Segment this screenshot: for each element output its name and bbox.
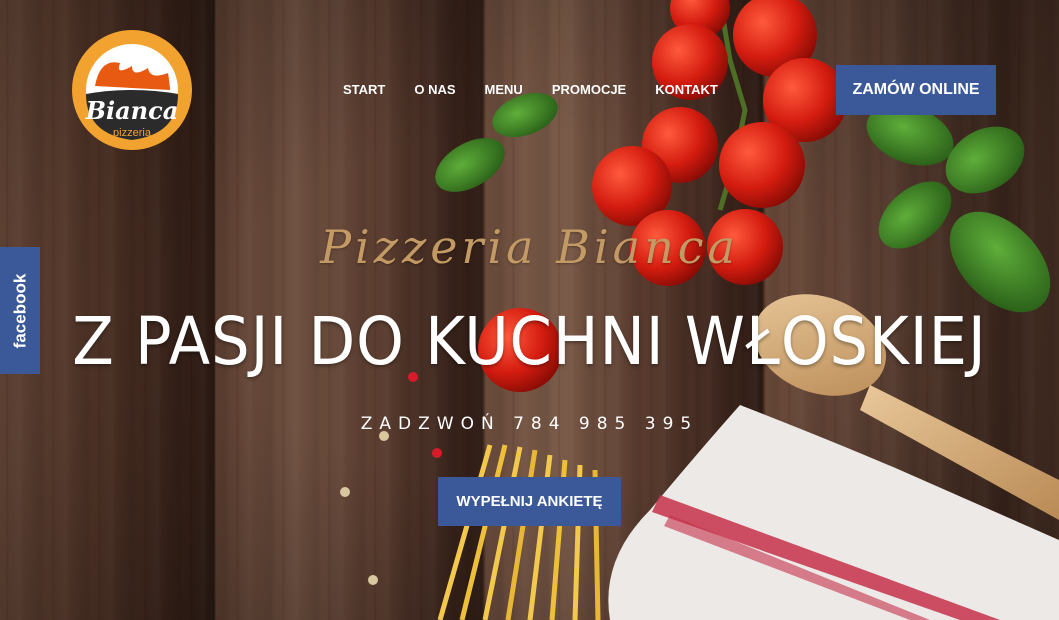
basil-leaf (435, 138, 505, 192)
order-online-button[interactable]: ZAMÓW ONLINE (836, 65, 996, 115)
nav-item-promocje[interactable]: PROMOCJE (552, 82, 626, 97)
nav-item-o-nas[interactable]: O NAS (414, 82, 455, 97)
survey-button[interactable]: WYPEŁNIJ ANKIETĘ (438, 477, 621, 526)
hero-headline: Z PASJI DO KUCHNI WŁOSKIEJ (72, 303, 987, 380)
spaghetti (437, 444, 601, 620)
facebook-tab[interactable]: facebook (0, 247, 40, 374)
hero-script-title: Pizzeria Bianca (320, 220, 739, 274)
phone-text[interactable]: ZADZWOŃ 784 985 395 (0, 414, 1059, 434)
facebook-tab-label: facebook (10, 273, 30, 348)
nav-item-menu[interactable]: MENU (485, 82, 523, 97)
main-nav: START O NAS MENU PROMOCJE KONTAKT (343, 82, 718, 97)
logo-name: Bianca (85, 96, 179, 125)
nav-item-start[interactable]: START (343, 82, 385, 97)
nav-item-kontakt[interactable]: KONTAKT (655, 82, 718, 97)
tomato (719, 122, 805, 208)
bianca-logo[interactable]: Bianca pizzeria (70, 28, 194, 152)
logo-subtitle: pizzeria (113, 127, 152, 139)
